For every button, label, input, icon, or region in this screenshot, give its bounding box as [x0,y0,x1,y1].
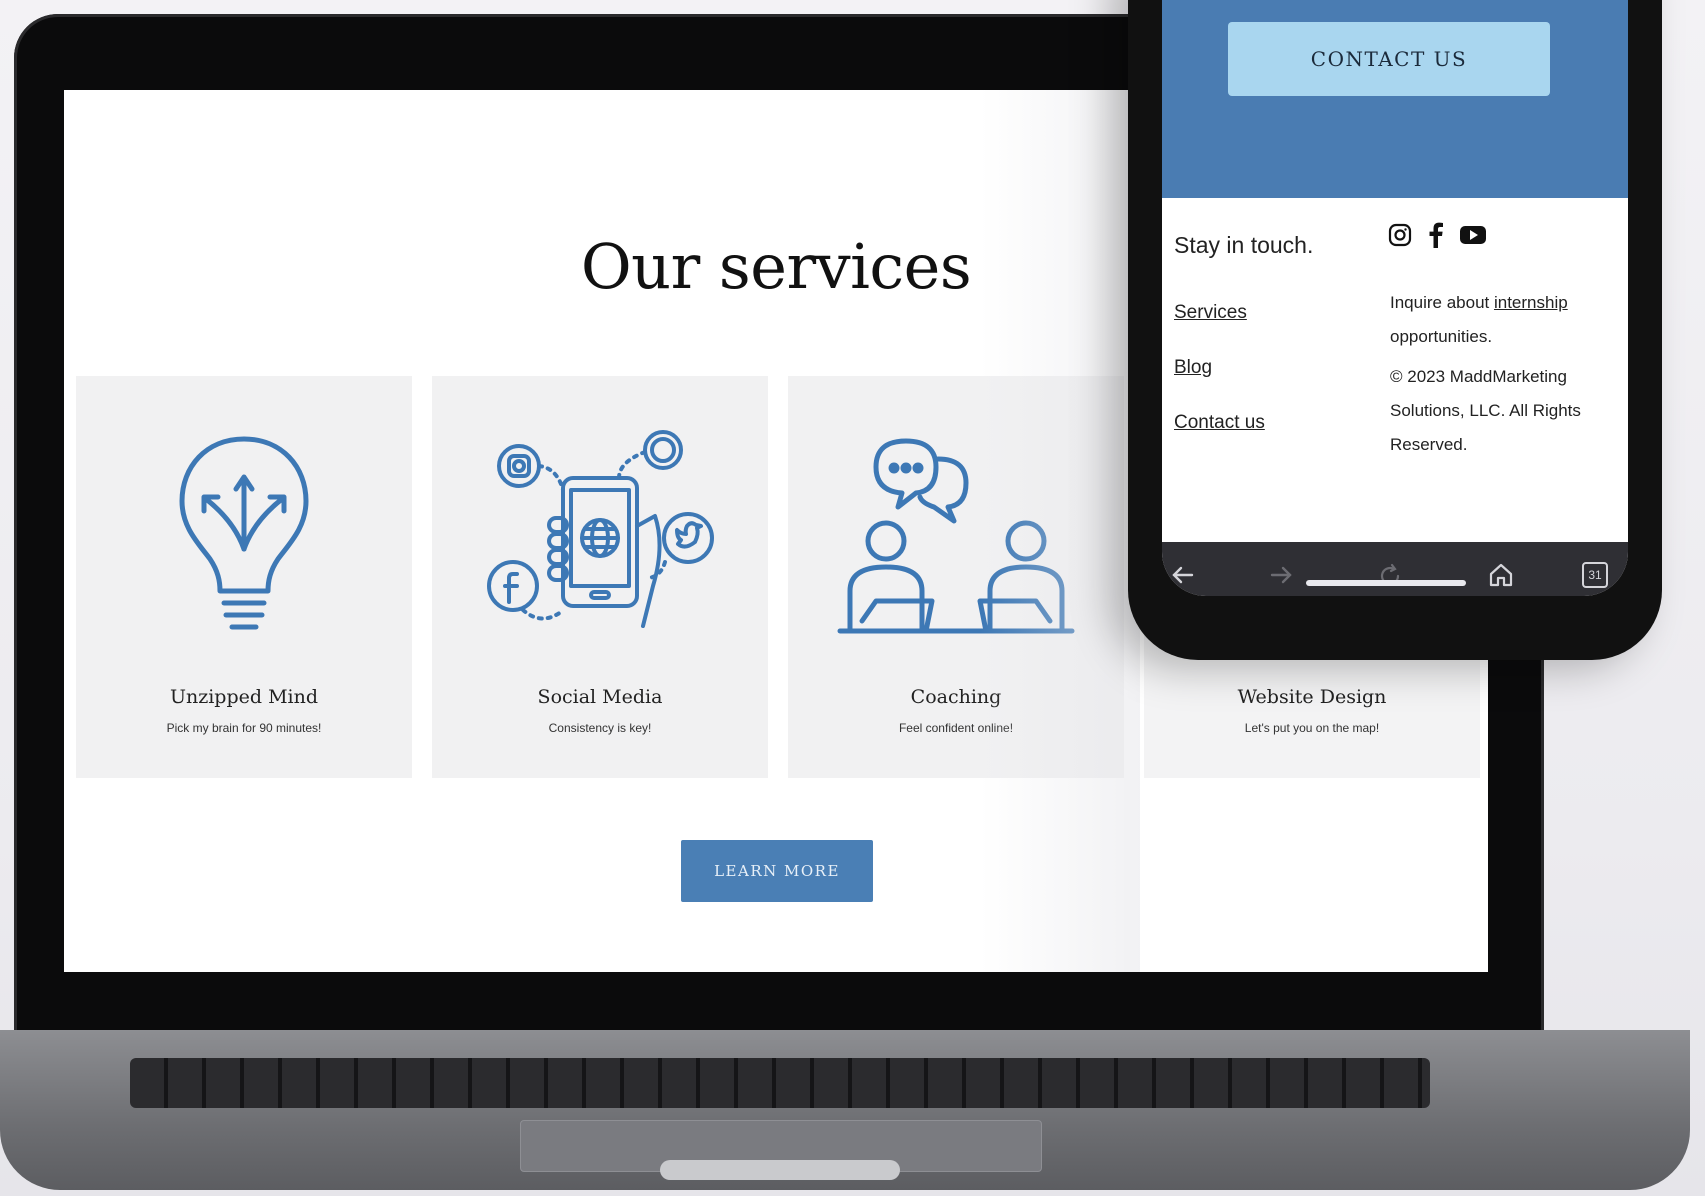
copyright-text: © 2023 MaddMarketing Solutions, LLC. All… [1390,360,1610,462]
copyright-line: © 2023 MaddMarketing [1390,367,1567,386]
service-subtitle: Feel confident online! [898,721,1014,735]
phone-screen: CONTACT US Stay in touch. Services Blog … [1162,0,1628,596]
youtube-icon[interactable] [1460,225,1486,245]
back-arrow-icon[interactable] [1170,562,1196,593]
laptop-base [0,1010,1705,1196]
footer-link-blog[interactable]: Blog [1174,357,1212,379]
inquire-prefix: Inquire about [1390,293,1494,312]
facebook-icon[interactable] [1428,222,1444,248]
home-indicator [1306,580,1466,586]
social-icons [1388,222,1486,248]
laptop-notch [660,1160,900,1180]
service-card-unzipped-mind[interactable]: Unzipped Mind Pick my brain for 90 minut… [76,376,412,778]
service-card-coaching[interactable]: Coaching Feel confident online! [788,376,1124,778]
stay-in-touch-text: Stay in touch. [1174,232,1314,258]
footer-link-contact[interactable]: Contact us [1174,412,1265,434]
coaching-icon [788,426,1124,646]
instagram-icon[interactable] [1388,223,1412,247]
service-title: Coaching [910,686,1002,708]
reload-icon[interactable] [1376,562,1404,595]
footer-link-services[interactable]: Services [1174,302,1247,324]
phone-frame: CONTACT US Stay in touch. Services Blog … [1128,0,1662,660]
social-phone-icon [432,426,768,646]
home-icon[interactable] [1488,562,1514,593]
copyright-line: Solutions, LLC. All Rights [1390,401,1581,420]
inquire-suffix: opportunities. [1390,327,1493,346]
internship-text: Inquire about internship opportunities. [1390,286,1610,354]
service-subtitle: Consistency is key! [548,721,652,735]
copyright-line: Reserved. [1390,435,1468,454]
forward-arrow-icon[interactable] [1268,562,1294,593]
tabs-icon[interactable]: 31 [1582,562,1608,588]
internship-link[interactable]: internship [1494,293,1568,312]
phone-hero: CONTACT US [1162,0,1628,198]
service-title: Website Design [1237,686,1387,708]
service-subtitle: Pick my brain for 90 minutes! [166,721,322,735]
lightbulb-icon [76,426,412,646]
learn-more-button[interactable]: LEARN MORE [681,840,873,902]
service-title: Unzipped Mind [169,686,319,708]
service-subtitle: Let's put you on the map! [1244,721,1380,735]
service-card-social-media[interactable]: Social Media Consistency is key! [432,376,768,778]
browser-nav-bar: 31 [1162,542,1628,596]
service-title: Social Media [537,686,663,708]
contact-us-button[interactable]: CONTACT US [1228,22,1550,96]
keyboard [130,1058,1430,1108]
